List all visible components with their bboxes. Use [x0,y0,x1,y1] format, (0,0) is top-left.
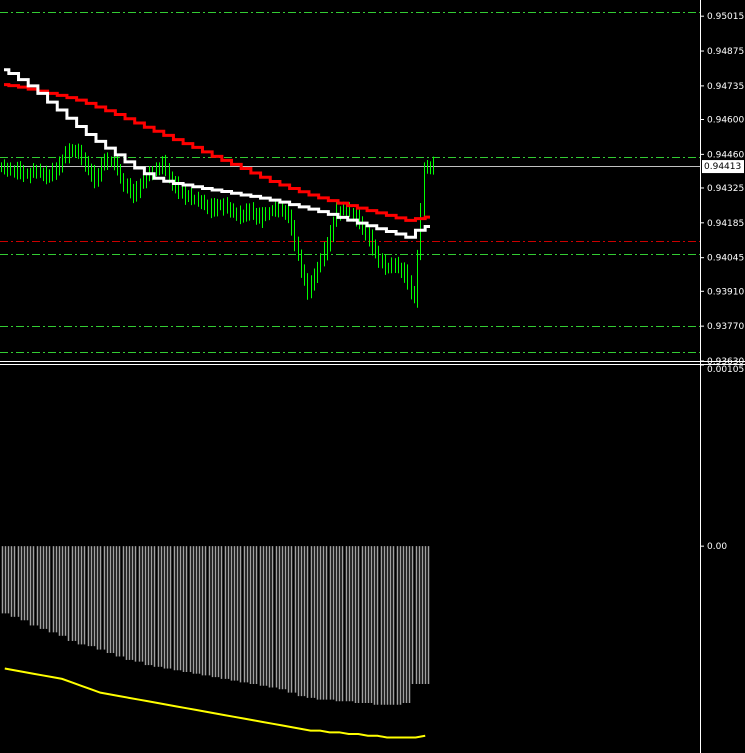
price-tick-label-1: 0.94875 [707,47,744,57]
trading-chart[interactable]: 0.95015 0.94875 0.94735 0.94600 0.94460 0.943… [0,0,745,753]
price-tick-label-4: 0.94460 [707,150,744,160]
current-price-marker: 0.94413 [702,160,744,174]
price-tick-label-6: 0.94185 [707,219,744,229]
price-tick-label-2: 0.94735 [707,82,744,92]
indicator-tick-label-1: 0.00 [707,542,727,552]
price-tick-label-5: 0.94325 [707,184,744,194]
price-tick-label-9: 0.93770 [707,322,744,332]
price-tick-label-3: 0.94600 [707,116,744,126]
indicator-tick-label-0: 0.001051 [707,365,745,375]
price-tick-label-0: 0.95015 [707,12,744,22]
price-tick-label-7: 0.94045 [707,254,744,264]
current-price-label: 0.94413 [704,162,741,172]
price-tick-label-8: 0.93910 [707,287,744,297]
